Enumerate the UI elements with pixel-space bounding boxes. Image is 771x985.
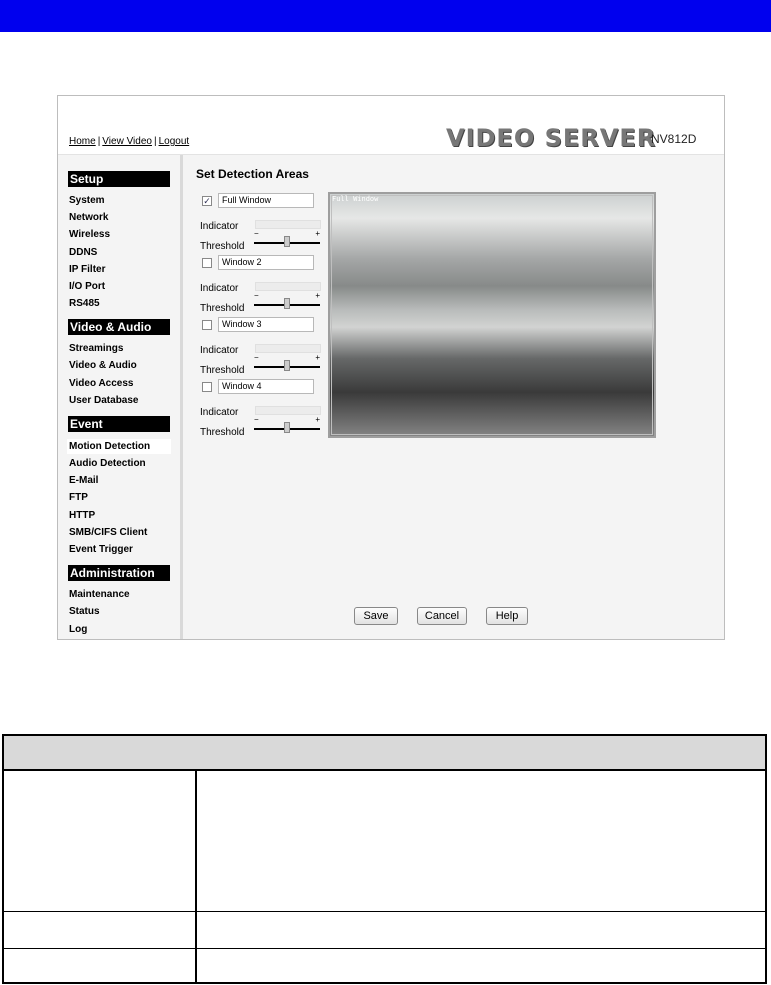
motion-indicator-bar (255, 406, 321, 415)
window-2-checkbox[interactable] (202, 258, 212, 268)
threshold-label: Threshold (200, 427, 245, 438)
sidebar-item-wireless[interactable]: Wireless (69, 229, 110, 240)
threshold-slider[interactable]: − + (254, 291, 320, 310)
sidebar-item-http[interactable]: HTTP (69, 510, 95, 521)
threshold-slider[interactable]: − + (254, 415, 320, 434)
sidebar-item-smb-cifs-client[interactable]: SMB/CIFS Client (69, 527, 147, 538)
video-server-window: Home | View Video | Logout VIDEO SERVER NV81… (57, 95, 725, 640)
table-column-divider (195, 771, 197, 982)
model-name: NV812D (651, 132, 697, 146)
help-button[interactable]: Help (486, 607, 528, 625)
sidebar-section-administration: Administration (68, 565, 170, 581)
slider-thumb[interactable] (284, 298, 290, 309)
indicator-label: Indicator (200, 221, 239, 232)
indicator-label: Indicator (200, 283, 239, 294)
check-icon: ✓ (203, 196, 211, 206)
slider-minus: − (254, 291, 259, 300)
threshold-slider[interactable]: − + (254, 229, 320, 248)
sidebar: Setup System Network Wireless DDNS IP Fi… (58, 155, 183, 639)
window-4-checkbox[interactable] (202, 382, 212, 392)
sidebar-item-video-audio[interactable]: Video & Audio (69, 360, 137, 371)
sidebar-section-video-audio: Video & Audio (68, 319, 170, 335)
sidebar-item-log[interactable]: Log (69, 624, 87, 635)
sidebar-item-audio-detection[interactable]: Audio Detection (69, 458, 146, 469)
sidebar-item-event-trigger[interactable]: Event Trigger (69, 544, 133, 555)
home-link[interactable]: Home (69, 136, 96, 147)
page-title: Set Detection Areas (196, 167, 309, 181)
slider-minus: − (254, 353, 259, 362)
slider-minus: − (254, 415, 259, 424)
indicator-label: Indicator (200, 407, 239, 418)
window-name-input[interactable]: Window 4 (218, 379, 314, 394)
logout-link[interactable]: Logout (159, 136, 190, 147)
save-button[interactable]: Save (354, 607, 398, 625)
sidebar-section-event: Event (68, 416, 170, 432)
description-table (2, 734, 767, 984)
sidebar-item-motion-detection[interactable]: Motion Detection (67, 439, 171, 454)
main-content: Set Detection Areas ✓ Full Window Indica… (183, 155, 724, 639)
sidebar-item-status[interactable]: Status (69, 606, 100, 617)
motion-indicator-bar (255, 220, 321, 229)
motion-indicator-bar (255, 282, 321, 291)
detection-window-frame (331, 195, 653, 435)
window-name-input[interactable]: Window 2 (218, 255, 314, 270)
cancel-button[interactable]: Cancel (417, 607, 467, 625)
sidebar-item-system[interactable]: System (69, 195, 105, 206)
threshold-slider[interactable]: − + (254, 353, 320, 372)
threshold-label: Threshold (200, 365, 245, 376)
video-window-label: Full Window (332, 195, 379, 203)
slider-plus: + (315, 353, 320, 362)
slider-plus: + (315, 229, 320, 238)
slider-minus: − (254, 229, 259, 238)
page-header: Home | View Video | Logout VIDEO SERVER NV81… (58, 96, 724, 155)
threshold-label: Threshold (200, 303, 245, 314)
document-top-bar (0, 0, 771, 32)
sidebar-item-email[interactable]: E-Mail (69, 475, 98, 486)
slider-plus: + (315, 415, 320, 424)
nav-separator: | (153, 136, 157, 147)
sidebar-section-setup: Setup (68, 171, 170, 187)
sidebar-item-video-access[interactable]: Video Access (69, 378, 133, 389)
top-nav-links: Home | View Video | Logout (69, 136, 189, 147)
window-name-input[interactable]: Window 3 (218, 317, 314, 332)
nav-separator: | (97, 136, 101, 147)
sidebar-item-user-database[interactable]: User Database (69, 395, 138, 406)
slider-plus: + (315, 291, 320, 300)
table-header (4, 736, 765, 771)
sidebar-item-network[interactable]: Network (69, 212, 108, 223)
sidebar-item-io-port[interactable]: I/O Port (69, 281, 105, 292)
window-name-input[interactable]: Full Window (218, 193, 314, 208)
full-window-checkbox[interactable]: ✓ (202, 196, 212, 206)
sidebar-item-streamings[interactable]: Streamings (69, 343, 123, 354)
sidebar-item-maintenance[interactable]: Maintenance (69, 589, 130, 600)
slider-thumb[interactable] (284, 422, 290, 433)
slider-thumb[interactable] (284, 360, 290, 371)
sidebar-item-rs485[interactable]: RS485 (69, 298, 100, 309)
table-row (4, 912, 765, 949)
motion-indicator-bar (255, 344, 321, 353)
sidebar-item-ip-filter[interactable]: IP Filter (69, 264, 106, 275)
threshold-label: Threshold (200, 241, 245, 252)
window-3-checkbox[interactable] (202, 320, 212, 330)
brand-logo: VIDEO SERVER (446, 124, 657, 152)
slider-thumb[interactable] (284, 236, 290, 247)
indicator-label: Indicator (200, 345, 239, 356)
sidebar-item-ddns[interactable]: DDNS (69, 247, 97, 258)
table-row (4, 771, 765, 912)
live-video-view[interactable]: Full Window (328, 192, 656, 438)
sidebar-item-ftp[interactable]: FTP (69, 492, 88, 503)
view-video-link[interactable]: View Video (102, 136, 152, 147)
